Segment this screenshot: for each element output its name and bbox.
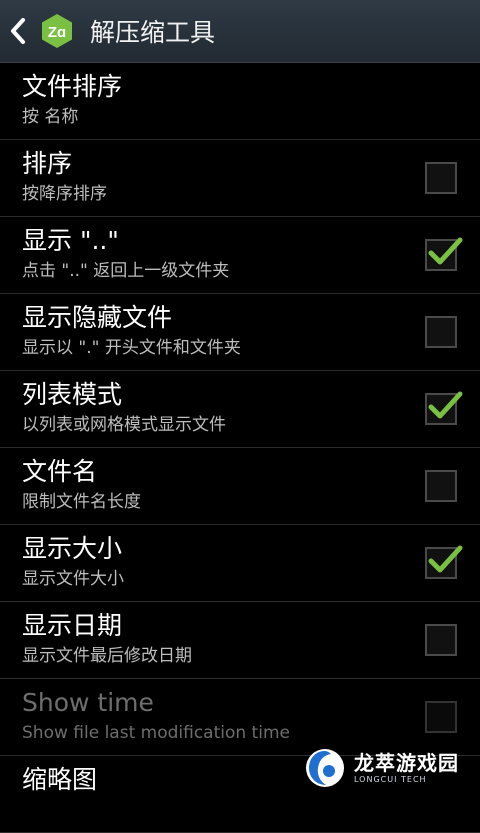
setting-show-parent[interactable]: 显示 ".." 点击 ".." 返回上一级文件夹: [0, 217, 480, 294]
setting-subtitle: 显示文件大小: [22, 569, 124, 589]
app-title: 解压缩工具: [90, 18, 216, 47]
setting-title: 列表模式: [22, 380, 123, 409]
setting-subtitle: 按降序排序: [22, 184, 107, 204]
setting-file-name[interactable]: 文件名 限制文件名长度: [0, 448, 480, 525]
watermark-text: 龙萃游戏园: [354, 751, 459, 775]
setting-show-date[interactable]: 显示日期 显示文件最后修改日期: [0, 602, 480, 679]
chevron-left-icon[interactable]: [8, 16, 28, 46]
settings-list: 文件排序 按 名称 排序 按降序排序 显示 ".." 点击 ".." 返回上一级…: [0, 63, 480, 833]
setting-subtitle: 按 名称: [22, 107, 79, 127]
setting-title: 文件排序: [22, 72, 123, 101]
setting-list-mode[interactable]: 列表模式 以列表或网格模式显示文件: [0, 371, 480, 448]
setting-subtitle: 显示以 "." 开头文件和文件夹: [22, 338, 241, 358]
watermark-logo-icon: [306, 749, 344, 787]
file-name-checkbox[interactable]: [425, 470, 457, 502]
app-logo-text: Zɑ: [48, 24, 66, 41]
show-parent-checkbox[interactable]: [425, 237, 463, 271]
setting-title: 显示日期: [22, 611, 123, 640]
setting-show-size[interactable]: 显示大小 显示文件大小: [0, 525, 480, 602]
setting-title: 排序: [22, 149, 73, 178]
setting-show-hidden[interactable]: 显示隐藏文件 显示以 "." 开头文件和文件夹: [0, 294, 480, 371]
show-size-checkbox[interactable]: [425, 545, 463, 579]
setting-subtitle: 限制文件名长度: [22, 492, 141, 512]
sort-order-checkbox[interactable]: [425, 162, 457, 194]
setting-subtitle: 显示文件最后修改日期: [22, 646, 192, 666]
show-date-checkbox[interactable]: [425, 624, 457, 656]
setting-title: Show time: [22, 688, 154, 717]
setting-title: 缩略图: [22, 765, 98, 794]
show-hidden-checkbox[interactable]: [425, 316, 457, 348]
setting-subtitle: Show file last modification time: [22, 723, 290, 743]
checkmark-icon: [428, 545, 463, 573]
setting-subtitle: 点击 ".." 返回上一级文件夹: [22, 261, 230, 281]
setting-file-sort[interactable]: 文件排序 按 名称: [0, 63, 480, 140]
setting-title: 显示隐藏文件: [22, 303, 173, 332]
watermark-subtext: LONGCUI TECH: [354, 775, 427, 784]
watermark: 龙萃游戏园 LONGCUI TECH: [302, 742, 462, 794]
setting-title: 显示大小: [22, 534, 123, 563]
app-logo-icon[interactable]: Zɑ: [38, 12, 76, 50]
checkmark-icon: [428, 391, 463, 419]
checkmark-icon: [428, 237, 463, 265]
list-mode-checkbox[interactable]: [425, 391, 463, 425]
setting-title: 文件名: [22, 457, 98, 486]
setting-sort-order[interactable]: 排序 按降序排序: [0, 140, 480, 217]
action-bar: Zɑ 解压缩工具: [0, 0, 480, 63]
show-time-checkbox: [425, 701, 457, 733]
setting-title: 显示 "..": [22, 226, 119, 255]
setting-subtitle: 以列表或网格模式显示文件: [22, 415, 226, 435]
